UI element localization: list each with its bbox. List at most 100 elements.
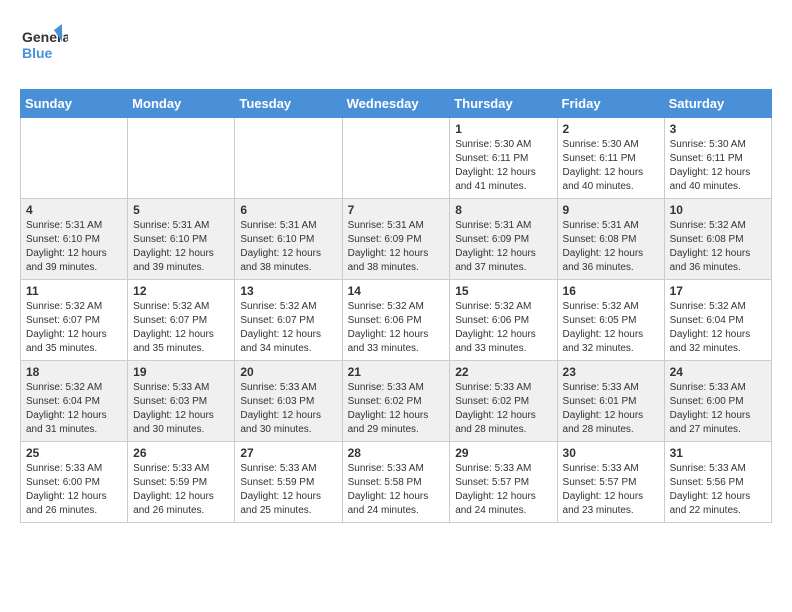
calendar-week-row: 1 Sunrise: 5:30 AM Sunset: 6:11 PM Daylig… (21, 118, 772, 199)
calendar-cell: 16Sunrise: 5:32 AM Sunset: 6:05 PM Dayli… (557, 280, 664, 361)
day-number: 4 (26, 203, 122, 217)
calendar-cell: 18 Sunrise: 5:32 AM Sunset: 6:04 PM Dayli… (21, 361, 128, 442)
day-number: 13 (240, 284, 336, 298)
calendar-week-row: 4 Sunrise: 5:31 AM Sunset: 6:10 PM Daylig… (21, 199, 772, 280)
calendar-cell: 13 Sunrise: 5:32 AM Sunset: 6:07 PM Dayli… (235, 280, 342, 361)
day-info: Sunrise: 5:33 AM Sunset: 6:00 PM Dayligh… (26, 462, 122, 518)
calendar-cell: 12 Sunrise: 5:32 AM Sunset: 6:07 PM Dayli… (128, 280, 235, 361)
calendar-week-row: 18 Sunrise: 5:32 AM Sunset: 6:04 PM Dayli… (21, 361, 772, 442)
calendar-cell: 25Sunrise: 5:33 AM Sunset: 6:00 PM Dayli… (21, 442, 128, 523)
calendar-cell: 11Sunrise: 5:32 AM Sunset: 6:07 PM Dayli… (21, 280, 128, 361)
calendar-cell: 24Sunrise: 5:33 AM Sunset: 6:00 PM Dayli… (664, 361, 771, 442)
day-info: Sunrise: 5:33 AM Sunset: 6:01 PM Dayligh… (563, 381, 659, 437)
calendar-week-row: 25Sunrise: 5:33 AM Sunset: 6:00 PM Dayli… (21, 442, 772, 523)
day-number: 14 (348, 284, 445, 298)
day-info: Sunrise: 5:33 AM Sunset: 6:02 PM Dayligh… (455, 381, 551, 437)
day-number: 8 (455, 203, 551, 217)
calendar-cell (342, 118, 450, 199)
logo: General Blue (20, 20, 68, 73)
day-info: Sunrise: 5:30 AM Sunset: 6:11 PM Dayligh… (455, 138, 551, 194)
day-number: 15 (455, 284, 551, 298)
day-info: Sunrise: 5:32 AM Sunset: 6:04 PM Dayligh… (670, 300, 766, 356)
calendar-cell: 14 Sunrise: 5:32 AM Sunset: 6:06 PM Dayli… (342, 280, 450, 361)
day-number: 27 (240, 446, 336, 460)
day-info: Sunrise: 5:33 AM Sunset: 5:58 PM Dayligh… (348, 462, 445, 518)
calendar-cell: 8 Sunrise: 5:31 AM Sunset: 6:09 PM Daylig… (450, 199, 557, 280)
day-info: Sunrise: 5:33 AM Sunset: 6:03 PM Dayligh… (240, 381, 336, 437)
calendar-cell: 2 Sunrise: 5:30 AM Sunset: 6:11 PM Daylig… (557, 118, 664, 199)
weekday-header: Monday (128, 90, 235, 118)
day-info: Sunrise: 5:31 AM Sunset: 6:10 PM Dayligh… (133, 219, 229, 275)
calendar-cell: 20 Sunrise: 5:33 AM Sunset: 6:03 PM Dayli… (235, 361, 342, 442)
calendar-cell: 17 Sunrise: 5:32 AM Sunset: 6:04 PM Dayli… (664, 280, 771, 361)
day-info: Sunrise: 5:31 AM Sunset: 6:08 PM Dayligh… (563, 219, 659, 275)
day-number: 24 (670, 365, 766, 379)
day-info: Sunrise: 5:31 AM Sunset: 6:09 PM Dayligh… (348, 219, 445, 275)
calendar-cell: 6Sunrise: 5:31 AM Sunset: 6:10 PM Daylig… (235, 199, 342, 280)
day-info: Sunrise: 5:31 AM Sunset: 6:10 PM Dayligh… (26, 219, 122, 275)
calendar-cell: 19 Sunrise: 5:33 AM Sunset: 6:03 PM Dayli… (128, 361, 235, 442)
day-number: 31 (670, 446, 766, 460)
day-number: 19 (133, 365, 229, 379)
day-info: Sunrise: 5:30 AM Sunset: 6:11 PM Dayligh… (563, 138, 659, 194)
day-number: 6 (240, 203, 336, 217)
calendar-cell: 22 Sunrise: 5:33 AM Sunset: 6:02 PM Dayli… (450, 361, 557, 442)
calendar-cell: 10 Sunrise: 5:32 AM Sunset: 6:08 PM Dayli… (664, 199, 771, 280)
calendar-cell (21, 118, 128, 199)
day-number: 12 (133, 284, 229, 298)
calendar-header-row: SundayMondayTuesdayWednesdayThursdayFrid… (21, 90, 772, 118)
day-number: 18 (26, 365, 122, 379)
calendar-cell: 7 Sunrise: 5:31 AM Sunset: 6:09 PM Daylig… (342, 199, 450, 280)
day-info: Sunrise: 5:32 AM Sunset: 6:06 PM Dayligh… (455, 300, 551, 356)
calendar-cell: 5 Sunrise: 5:31 AM Sunset: 6:10 PM Daylig… (128, 199, 235, 280)
day-info: Sunrise: 5:32 AM Sunset: 6:07 PM Dayligh… (240, 300, 336, 356)
day-number: 2 (563, 122, 659, 136)
day-info: Sunrise: 5:32 AM Sunset: 6:06 PM Dayligh… (348, 300, 445, 356)
day-info: Sunrise: 5:33 AM Sunset: 5:59 PM Dayligh… (240, 462, 336, 518)
day-info: Sunrise: 5:33 AM Sunset: 6:02 PM Dayligh… (348, 381, 445, 437)
calendar-week-row: 11 Sunrise: 5:32 AM Sunset: 6:07 PM Dayli… (21, 280, 772, 361)
day-info: Sunrise: 5:33 AM Sunset: 5:56 PM Dayligh… (670, 462, 766, 518)
day-number: 5 (133, 203, 229, 217)
day-number: 7 (348, 203, 445, 217)
day-info: Sunrise: 5:33 AM Sunset: 5:57 PM Dayligh… (455, 462, 551, 518)
page-header: General Blue (20, 20, 772, 73)
calendar-cell (235, 118, 342, 199)
svg-text:Blue: Blue (22, 45, 53, 61)
calendar-cell: 4 Sunrise: 5:31 AM Sunset: 6:10 PM Daylig… (21, 199, 128, 280)
day-number: 22 (455, 365, 551, 379)
calendar-table: SundayMondayTuesdayWednesdayThursdayFrid… (20, 89, 772, 523)
calendar-cell: 9Sunrise: 5:31 AM Sunset: 6:08 PM Daylig… (557, 199, 664, 280)
weekday-header: Wednesday (342, 90, 450, 118)
weekday-header: Tuesday (235, 90, 342, 118)
day-number: 26 (133, 446, 229, 460)
day-number: 10 (670, 203, 766, 217)
weekday-header: Friday (557, 90, 664, 118)
day-info: Sunrise: 5:33 AM Sunset: 5:59 PM Dayligh… (133, 462, 229, 518)
day-info: Sunrise: 5:33 AM Sunset: 6:03 PM Dayligh… (133, 381, 229, 437)
day-number: 11 (26, 284, 122, 298)
calendar-cell: 27 Sunrise: 5:33 AM Sunset: 5:59 PM Dayli… (235, 442, 342, 523)
day-number: 30 (563, 446, 659, 460)
logo-icon: General Blue (20, 20, 68, 68)
calendar-cell: 26 Sunrise: 5:33 AM Sunset: 5:59 PM Dayli… (128, 442, 235, 523)
calendar-cell: 29 Sunrise: 5:33 AM Sunset: 5:57 PM Dayli… (450, 442, 557, 523)
day-number: 23 (563, 365, 659, 379)
day-number: 29 (455, 446, 551, 460)
day-number: 1 (455, 122, 551, 136)
day-info: Sunrise: 5:32 AM Sunset: 6:08 PM Dayligh… (670, 219, 766, 275)
calendar-cell: 30 Sunrise: 5:33 AM Sunset: 5:57 PM Dayli… (557, 442, 664, 523)
day-info: Sunrise: 5:31 AM Sunset: 6:09 PM Dayligh… (455, 219, 551, 275)
calendar-cell (128, 118, 235, 199)
day-info: Sunrise: 5:32 AM Sunset: 6:07 PM Dayligh… (133, 300, 229, 356)
day-number: 3 (670, 122, 766, 136)
day-number: 28 (348, 446, 445, 460)
day-number: 20 (240, 365, 336, 379)
day-info: Sunrise: 5:32 AM Sunset: 6:04 PM Dayligh… (26, 381, 122, 437)
day-number: 17 (670, 284, 766, 298)
weekday-header: Sunday (21, 90, 128, 118)
day-info: Sunrise: 5:33 AM Sunset: 5:57 PM Dayligh… (563, 462, 659, 518)
calendar-cell: 1 Sunrise: 5:30 AM Sunset: 6:11 PM Daylig… (450, 118, 557, 199)
day-number: 21 (348, 365, 445, 379)
weekday-header: Thursday (450, 90, 557, 118)
